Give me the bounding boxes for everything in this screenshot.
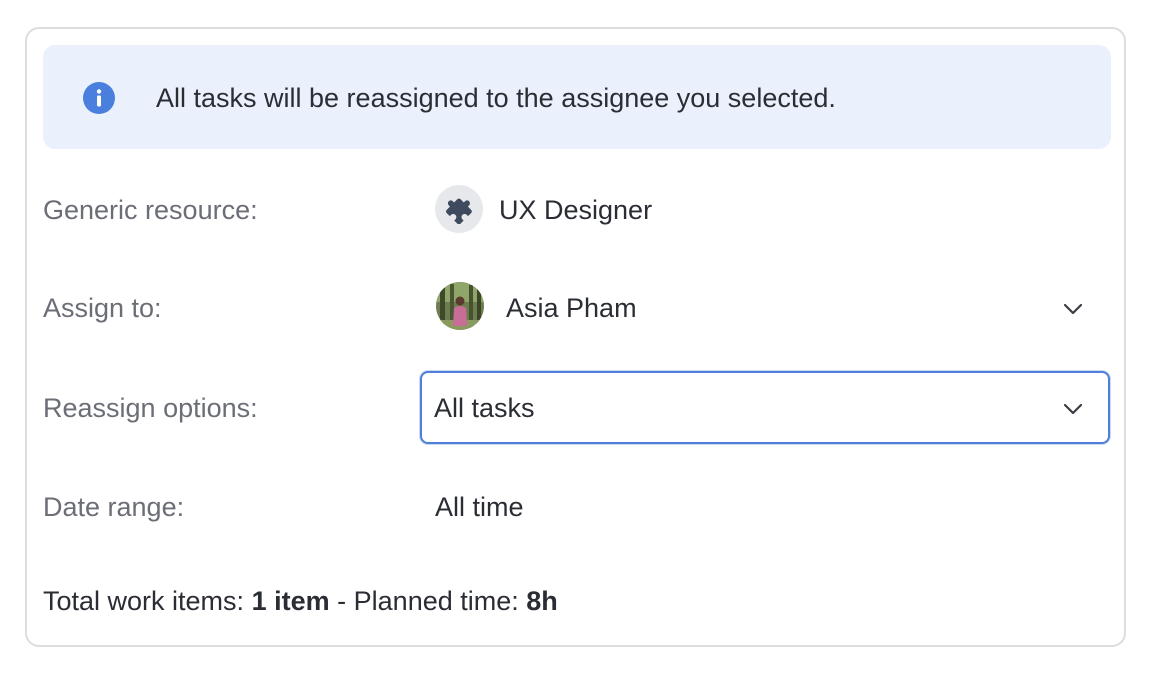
reassign-options-select[interactable]: All tasks <box>420 371 1110 444</box>
total-items-value: 1 item <box>251 586 330 616</box>
reassign-options-value: All tasks <box>434 393 535 423</box>
date-range-value: All time <box>435 492 524 522</box>
assign-to-label: Assign to: <box>43 293 162 323</box>
puzzle-icon-badge <box>435 185 483 233</box>
assign-to-value[interactable]: Asia Pham <box>506 291 637 325</box>
reassign-panel: All tasks will be reassigned to the assi… <box>25 27 1126 647</box>
info-icon <box>83 82 115 114</box>
chevron-down-icon[interactable] <box>1061 397 1085 421</box>
banner-message: All tasks will be reassigned to the assi… <box>156 83 836 113</box>
summary-separator: - <box>337 586 347 616</box>
total-items-label: Total work items: <box>43 586 245 616</box>
puzzle-icon <box>446 198 472 224</box>
info-banner: All tasks will be reassigned to the assi… <box>43 45 1111 149</box>
user-avatar <box>436 282 484 330</box>
planned-time-value: 8h <box>526 586 558 616</box>
work-summary: Total work items: 1 item - Planned time:… <box>43 584 558 618</box>
date-range-label: Date range: <box>43 492 185 522</box>
reassign-options-label: Reassign options: <box>43 393 258 423</box>
generic-resource-label: Generic resource: <box>43 195 258 225</box>
planned-time-label: Planned time: <box>353 586 519 616</box>
chevron-down-icon[interactable] <box>1061 297 1085 321</box>
generic-resource-value: UX Designer <box>499 195 653 225</box>
